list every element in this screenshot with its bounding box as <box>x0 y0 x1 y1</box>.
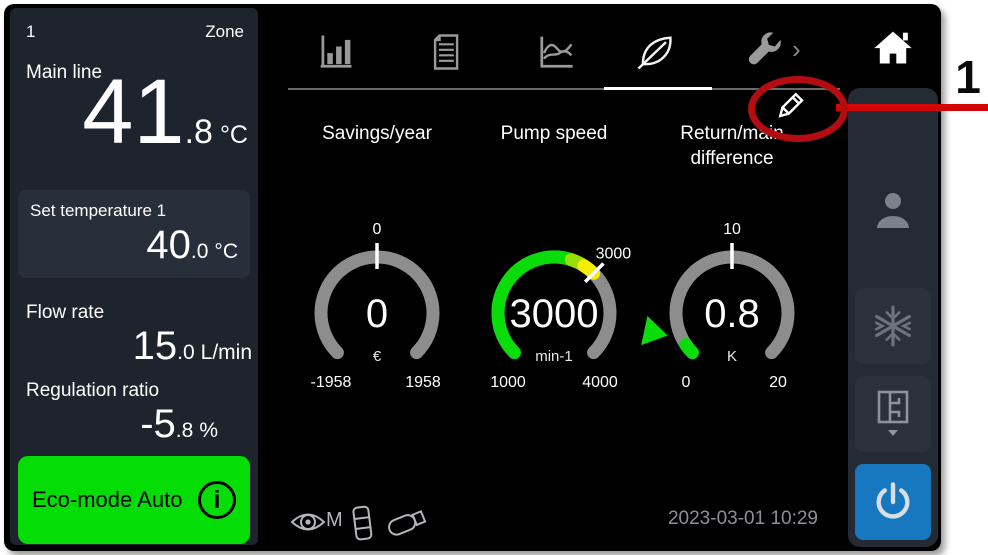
svg-text:10: 10 <box>723 221 741 238</box>
user-button[interactable] <box>852 184 934 238</box>
gauge-pump-speed: 3000 3000 min-1 1000 4000 <box>466 213 642 399</box>
regulation-ratio-label: Regulation ratio <box>26 380 159 402</box>
svg-text:min-1: min-1 <box>535 348 573 365</box>
flow-rate-label: Flow rate <box>26 302 104 324</box>
module-icon <box>350 504 376 544</box>
tab-statistics[interactable] <box>313 30 357 74</box>
main-line-value-dec: .8 <box>185 113 213 151</box>
zone-header: 1 Zone <box>26 22 244 42</box>
eco-mode-button[interactable]: Eco-mode Auto i <box>18 456 250 544</box>
svg-text:0: 0 <box>373 221 382 238</box>
set-temperature-dec: .0 <box>191 240 209 263</box>
gauge-title-pump-speed: Pump speed <box>462 122 646 147</box>
trend-chart-icon <box>533 30 577 74</box>
svg-text:0: 0 <box>682 374 691 391</box>
home-button[interactable] <box>852 8 934 86</box>
user-icon <box>873 190 913 232</box>
zone-label: Zone <box>205 22 244 42</box>
gauge-title-savings: Savings/year <box>285 122 469 147</box>
svg-text:0: 0 <box>366 292 388 336</box>
zone-select-button[interactable] <box>855 376 931 452</box>
regulation-ratio-value: -5.8% <box>140 402 218 447</box>
datetime-label: 2023-03-01 10:29 <box>584 508 818 530</box>
main-line-unit: °C <box>220 121 248 149</box>
figure-page: 1 Zone Main line 41.8°C Set temperature … <box>0 0 988 555</box>
annotation-circle <box>748 76 848 142</box>
gauge-savings: 0 0 € -1958 1958 <box>289 213 465 399</box>
svg-text:20: 20 <box>769 374 787 391</box>
menu-button[interactable] <box>852 106 934 160</box>
gauge-return-main: 10 0.8 K 0 20 <box>644 213 820 399</box>
svg-text:0.8: 0.8 <box>704 292 760 336</box>
eco-mode-label: Eco-mode Auto <box>32 487 182 513</box>
info-icon[interactable]: i <box>198 481 236 519</box>
leaf-icon <box>633 30 677 74</box>
set-temperature-label: Set temperature 1 <box>30 201 166 221</box>
regulation-ratio-unit: % <box>199 419 218 442</box>
tab-documents[interactable] <box>423 30 467 74</box>
svg-text:-1958: -1958 <box>311 374 352 391</box>
frost-protection-button[interactable] <box>855 288 931 364</box>
tab-service[interactable] <box>743 30 787 74</box>
set-temperature-unit: °C <box>214 240 238 263</box>
svg-text:3000: 3000 <box>596 246 632 263</box>
bar-chart-icon <box>313 30 357 74</box>
svg-text:4000: 4000 <box>582 374 618 391</box>
snowflake-icon <box>872 305 914 347</box>
wrench-icon <box>743 30 787 74</box>
more-tabs-chevron-icon[interactable]: › <box>792 34 801 65</box>
monitor-eye-icon <box>290 507 326 537</box>
main-line-value-int: 41 <box>82 61 184 163</box>
svg-text:1000: 1000 <box>490 374 526 391</box>
main-line-value: 41.8°C <box>18 64 248 161</box>
flow-rate-int: 15 <box>133 324 178 368</box>
annotation-number: 1 <box>948 50 988 104</box>
power-icon <box>871 480 915 524</box>
document-icon <box>423 30 467 74</box>
zone-panel: 1 Zone Main line 41.8°C Set temperature … <box>10 8 258 545</box>
monitor-mode-label: M <box>326 509 343 532</box>
tab-eco[interactable] <box>633 30 677 74</box>
set-temperature-int: 40 <box>146 223 191 267</box>
active-tab-indicator <box>604 87 712 90</box>
home-icon <box>871 25 915 69</box>
zone-number: 1 <box>26 22 35 42</box>
tab-trends[interactable] <box>533 30 577 74</box>
annotation-line <box>836 104 988 111</box>
set-temperature-card[interactable]: Set temperature 1 40.0°C <box>18 190 250 278</box>
regulation-ratio-int: -5 <box>140 402 176 446</box>
svg-text:1958: 1958 <box>405 374 441 391</box>
flow-rate-dec: .0 <box>177 341 195 364</box>
usb-drive-icon <box>384 504 432 540</box>
regulation-ratio-dec: .8 <box>176 419 194 442</box>
svg-text:K: K <box>727 348 737 365</box>
svg-text:3000: 3000 <box>510 292 599 336</box>
zone-map-icon <box>870 388 916 440</box>
flow-rate-value: 15.0 L/min <box>133 324 252 369</box>
flow-rate-unit: L/min <box>201 341 252 364</box>
svg-text:€: € <box>373 348 382 365</box>
set-temperature-value: 40.0°C <box>146 223 238 268</box>
power-button[interactable] <box>855 464 931 540</box>
